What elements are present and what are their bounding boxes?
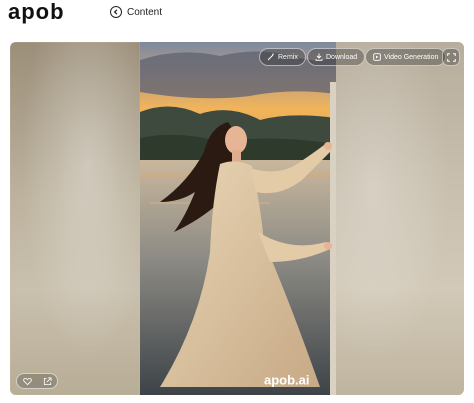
top-bar: apob Content — [0, 0, 474, 26]
image-viewer: Remix Download Video Generation apob.ai — [10, 42, 464, 395]
video-generation-label: Video Generation — [384, 53, 439, 61]
blurred-background-right — [336, 42, 464, 395]
video-generation-button[interactable]: Video Generation — [365, 48, 447, 66]
download-button[interactable]: Download — [307, 48, 366, 66]
svg-text:apob.ai: apob.ai — [264, 373, 310, 387]
remix-label: Remix — [278, 53, 298, 61]
apob-watermark: apob.ai — [264, 373, 310, 387]
download-icon — [315, 53, 323, 61]
generated-image[interactable] — [140, 42, 336, 395]
magic-wand-icon — [267, 53, 274, 61]
share-button[interactable] — [43, 376, 52, 386]
video-frame-icon — [373, 53, 381, 61]
apob-logo[interactable]: apob — [8, 2, 94, 24]
fullscreen-icon — [446, 52, 456, 62]
back-to-content-button[interactable]: Content — [110, 4, 162, 20]
fullscreen-button[interactable] — [442, 48, 460, 66]
chevron-left-circle-icon — [110, 6, 122, 18]
blurred-background-left — [10, 42, 140, 395]
share-external-icon — [43, 376, 52, 385]
like-button[interactable] — [22, 377, 32, 386]
svg-text:apob: apob — [8, 2, 65, 24]
remix-button[interactable]: Remix — [259, 48, 306, 66]
download-label: Download — [326, 53, 358, 61]
heart-icon — [22, 377, 32, 385]
back-label: Content — [127, 6, 163, 18]
image-actions — [16, 373, 58, 389]
